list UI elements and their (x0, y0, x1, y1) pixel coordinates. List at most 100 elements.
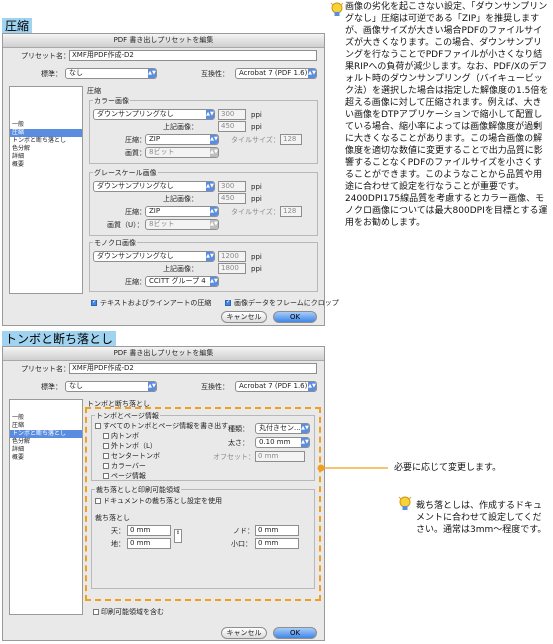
chevron-down-icon: ▲▼ (210, 148, 218, 157)
mono-above-label: 上記画像： (163, 265, 198, 273)
bleed-heading: 裁ち落としと印刷可能領域 (95, 486, 181, 495)
sidebar-item-marks[interactable]: トンボと断ち落とし (10, 137, 82, 145)
color-tile-input[interactable]: 128 (280, 134, 302, 145)
offset-input[interactable]: 0 mm (255, 451, 305, 462)
sidebar-item-general[interactable]: 一般 (10, 414, 82, 422)
color-quality-label: 画質： (125, 149, 146, 157)
chevron-down-icon: ▲▼ (210, 135, 218, 144)
sidebar-item-advanced[interactable]: 詳細 (10, 153, 82, 161)
bleed-sub-heading: 裁ち落とし (95, 514, 130, 522)
ok-button[interactable]: OK (273, 627, 317, 639)
cancel-button[interactable]: キャンセル (221, 627, 267, 639)
include-slug-checkbox[interactable] (93, 609, 99, 615)
sidebar-item-compression[interactable]: 圧縮 (10, 422, 82, 430)
text-compress-checkbox[interactable] (91, 298, 97, 306)
chevron-down-icon: ▲▼ (308, 382, 316, 391)
all-marks-label: すべてのトンボとページ情報を書き出す (103, 422, 229, 430)
section-title-compression: 圧縮 (2, 18, 33, 34)
compression-dialog: PDF 書き出しプリセットを編集 プリセット名： XMF用PDF作成-D2 標準… (2, 33, 339, 326)
standard-select[interactable]: なし ▲▼ (65, 68, 157, 79)
standard-label: 標準： (41, 383, 62, 391)
gray-quality-label: 画質（U）： (107, 221, 144, 229)
section-title-marks: トンボと断ち落とし (2, 331, 117, 347)
cancel-button[interactable]: キャンセル (221, 311, 267, 323)
color-above-unit: ppi (251, 123, 262, 131)
registration-marks-checkbox[interactable] (103, 453, 109, 459)
dialog-title: PDF 書き出しプリセットを編集 (3, 34, 324, 48)
sidebar-item-marks[interactable]: トンボと断ち落とし (10, 430, 82, 438)
preset-name-label: プリセット名： (21, 365, 70, 373)
chevron-down-icon: ▲▼ (148, 69, 156, 78)
sidebar-item-separations[interactable]: 色分解 (10, 438, 82, 446)
bleed-bottom-input[interactable]: 0 mm (127, 538, 171, 549)
mono-downsample-value: ダウンサンプリングなし (97, 252, 174, 260)
sidebar-item-summary[interactable]: 概要 (10, 454, 82, 462)
gray-compression-label: 圧縮： (125, 208, 146, 216)
bleed-inside-input[interactable]: 0 mm (255, 525, 299, 536)
bleed-marks-checkbox[interactable] (103, 443, 109, 449)
mono-downsample-select[interactable]: ダウンサンプリングなし ▲▼ (93, 251, 215, 262)
sidebar-item-advanced[interactable]: 詳細 (10, 446, 82, 454)
color-above-input[interactable]: 450 (218, 121, 246, 132)
sidebar-item-compression[interactable]: 圧縮 (10, 129, 82, 137)
crop-image-checkbox[interactable] (225, 298, 231, 306)
mono-res-unit: ppi (251, 253, 262, 261)
change-note: 必要に応じて変更します。 (394, 463, 502, 473)
color-bars-checkbox[interactable] (103, 463, 109, 469)
gray-downsample-value: ダウンサンプリングなし (97, 182, 174, 190)
mono-compression-select[interactable]: CCITT グループ 4 ▲▼ (145, 276, 219, 287)
preset-name-input[interactable]: XMF用PDF作成-D2 (69, 363, 317, 374)
color-res-unit: ppi (251, 111, 262, 119)
bleed-marks-label: 外トンボ（L） (111, 442, 157, 450)
bleed-outside-input[interactable]: 0 mm (255, 538, 299, 549)
sidebar-item-general[interactable]: 一般 (10, 121, 82, 129)
chevron-down-icon: ▲▼ (308, 69, 316, 78)
page-info-checkbox[interactable] (103, 473, 109, 479)
gray-downsample-select[interactable]: ダウンサンプリングなし ▲▼ (93, 181, 215, 192)
crop-marks-label: 内トンボ (111, 432, 139, 440)
color-above-label: 上記画像： (163, 123, 198, 131)
page-info-label: ページ情報 (111, 472, 146, 480)
compat-select[interactable]: Acrobat 7 (PDF 1.6) ▲▼ (235, 68, 317, 79)
weight-value: 0.10 mm (259, 438, 291, 446)
mono-above-input[interactable]: 1800 (218, 263, 246, 274)
type-select[interactable]: 丸付きセン... ▲▼ (255, 423, 310, 434)
mono-resolution-input[interactable]: 1200 (218, 251, 246, 262)
crop-marks-checkbox[interactable] (103, 433, 109, 439)
color-downsample-select[interactable]: ダウンサンプリングなし ▲▼ (93, 109, 215, 120)
chevron-down-icon: ▲▼ (206, 182, 214, 191)
sidebar-item-summary[interactable]: 概要 (10, 161, 82, 169)
chevron-down-icon: ▲▼ (206, 252, 214, 261)
lightbulb-icon (330, 2, 344, 16)
offset-label: オフセット： (213, 453, 255, 461)
use-doc-bleed-label: ドキュメントの裁ち落とし設定を使用 (103, 497, 222, 505)
marks-heading: トンボとページ情報 (95, 412, 160, 421)
gray-tile-input[interactable]: 128 (280, 206, 302, 217)
bottom-label: 地： (111, 540, 125, 548)
color-images-heading: カラー画像 (93, 97, 130, 106)
gray-above-input[interactable]: 450 (218, 193, 246, 204)
gray-compression-select[interactable]: ZIP ▲▼ (145, 206, 219, 217)
standard-select[interactable]: なし ▲▼ (65, 381, 157, 392)
chevron-down-icon: ▲▼ (301, 438, 309, 447)
gray-tile-label: タイルサイズ： (231, 208, 280, 216)
color-quality-select[interactable]: 8ビット ▲▼ (145, 147, 219, 158)
weight-select[interactable]: 0.10 mm ▲▼ (255, 437, 310, 448)
ok-button[interactable]: OK (273, 311, 317, 323)
bleed-top-input[interactable]: 0 mm (127, 525, 171, 536)
use-doc-bleed-checkbox[interactable] (95, 498, 101, 504)
all-marks-checkbox[interactable] (95, 423, 101, 429)
sidebar-item-separations[interactable]: 色分解 (10, 145, 82, 153)
gray-resolution-input[interactable]: 300 (218, 181, 246, 192)
chevron-down-icon: ▲▼ (210, 220, 218, 229)
link-icon[interactable]: ⇕ (174, 529, 182, 543)
gray-quality-select[interactable]: 8ビット ▲▼ (145, 219, 219, 230)
compat-select[interactable]: Acrobat 7 (PDF 1.6) ▲▼ (235, 381, 317, 392)
color-compression-label: 圧縮： (125, 136, 146, 144)
color-resolution-input[interactable]: 300 (218, 109, 246, 120)
compression-note: 画像の劣化を起こさない設定、「ダウンサンプリングなし」圧縮は可逆である「ZIP」… (345, 2, 549, 228)
color-compression-select[interactable]: ZIP ▲▼ (145, 134, 219, 145)
preset-name-label: プリセット名： (21, 52, 70, 60)
preset-name-input[interactable]: XMF用PDF作成-D2 (69, 50, 317, 61)
marks-dialog: PDF 書き出しプリセットを編集 プリセット名： XMF用PDF作成-D2 標準… (2, 346, 325, 641)
